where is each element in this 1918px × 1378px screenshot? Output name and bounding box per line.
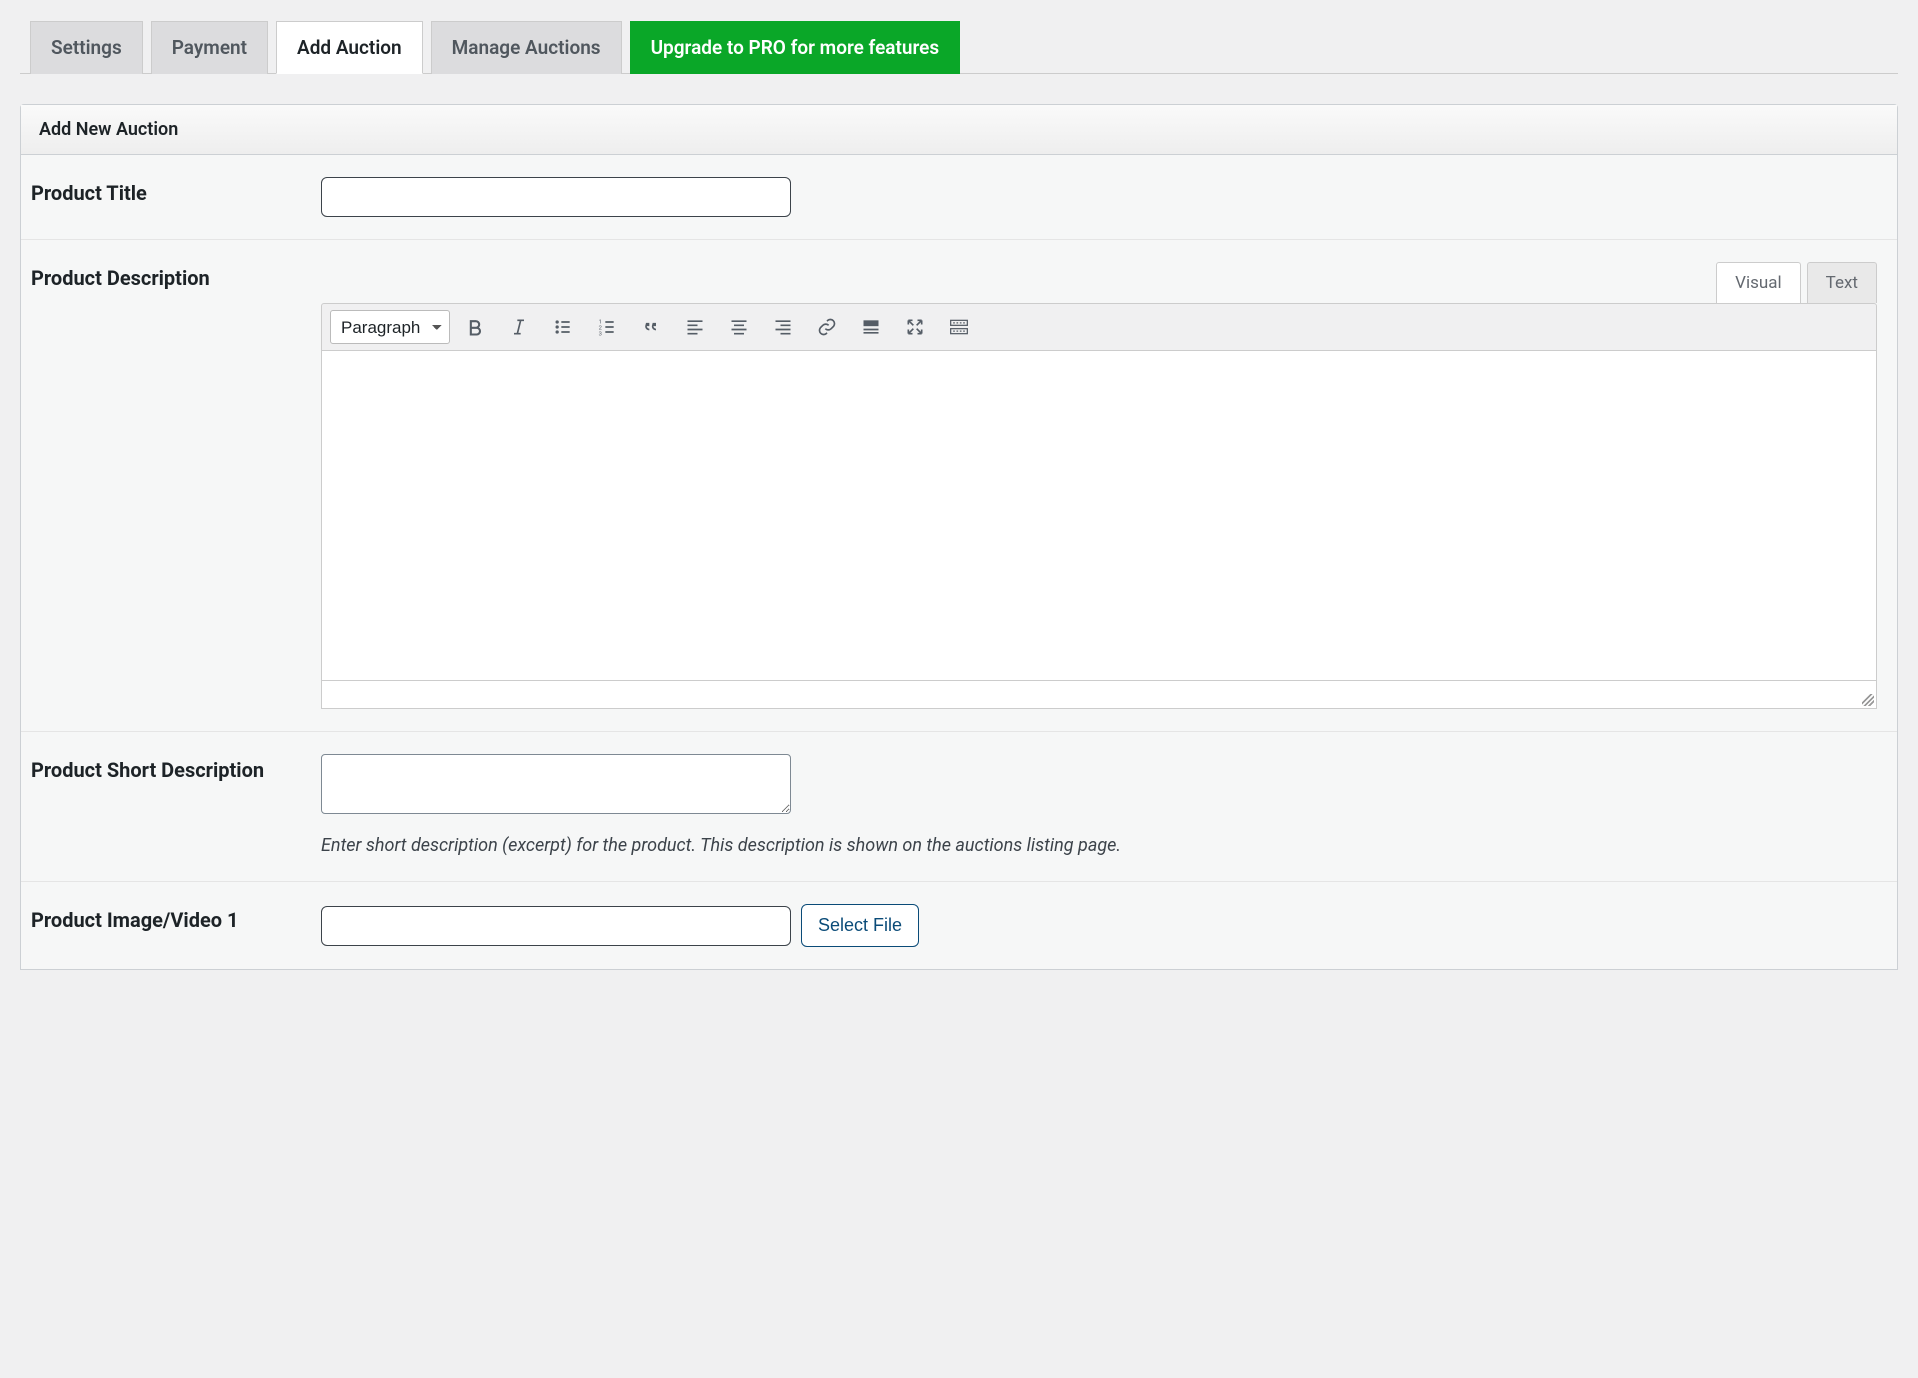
row-short-description: Product Short Description Enter short de…: [21, 732, 1897, 882]
product-description-label: Product Description: [21, 262, 321, 290]
tab-payment[interactable]: Payment: [151, 21, 268, 74]
row-product-title: Product Title: [21, 155, 1897, 240]
quote-icon[interactable]: [632, 310, 670, 344]
select-file-button[interactable]: Select File: [801, 904, 919, 947]
row-product-description: Product Description Visual Text Paragrap…: [21, 240, 1897, 732]
italic-icon[interactable]: [500, 310, 538, 344]
format-select[interactable]: Paragraph: [330, 310, 450, 344]
tab-settings[interactable]: Settings: [30, 21, 143, 74]
number-list-icon[interactable]: 123: [588, 310, 626, 344]
editor-toolbar: Paragraph 123: [321, 303, 1877, 351]
align-right-icon[interactable]: [764, 310, 802, 344]
link-icon[interactable]: [808, 310, 846, 344]
rich-editor: Visual Text Paragraph 123: [321, 262, 1877, 709]
editor-content[interactable]: [321, 351, 1877, 681]
tab-upgrade-pro[interactable]: Upgrade to PRO for more features: [630, 21, 961, 74]
short-description-label: Product Short Description: [21, 754, 321, 782]
tab-add-auction[interactable]: Add Auction: [276, 21, 423, 74]
short-description-hint: Enter short description (excerpt) for th…: [321, 832, 1877, 859]
image-path-input[interactable]: [321, 906, 791, 946]
insert-more-icon[interactable]: [852, 310, 890, 344]
editor-visual-tab[interactable]: Visual: [1716, 262, 1800, 303]
align-left-icon[interactable]: [676, 310, 714, 344]
tab-bar: Settings Payment Add Auction Manage Auct…: [20, 20, 1898, 74]
svg-text:3: 3: [599, 331, 602, 337]
image-video-label: Product Image/Video 1: [21, 904, 321, 932]
bullet-list-icon[interactable]: [544, 310, 582, 344]
panel-title: Add New Auction: [21, 105, 1897, 155]
bold-icon[interactable]: [456, 310, 494, 344]
add-auction-panel: Add New Auction Product Title Product De…: [20, 104, 1898, 970]
toolbar-toggle-icon[interactable]: [940, 310, 978, 344]
editor-statusbar: [321, 681, 1877, 709]
fullscreen-icon[interactable]: [896, 310, 934, 344]
editor-text-tab[interactable]: Text: [1807, 262, 1877, 303]
short-description-input[interactable]: [321, 754, 791, 814]
align-center-icon[interactable]: [720, 310, 758, 344]
row-image-video: Product Image/Video 1 Select File: [21, 882, 1897, 969]
tab-manage-auctions[interactable]: Manage Auctions: [431, 21, 622, 74]
product-title-label: Product Title: [21, 177, 321, 205]
product-title-input[interactable]: [321, 177, 791, 217]
